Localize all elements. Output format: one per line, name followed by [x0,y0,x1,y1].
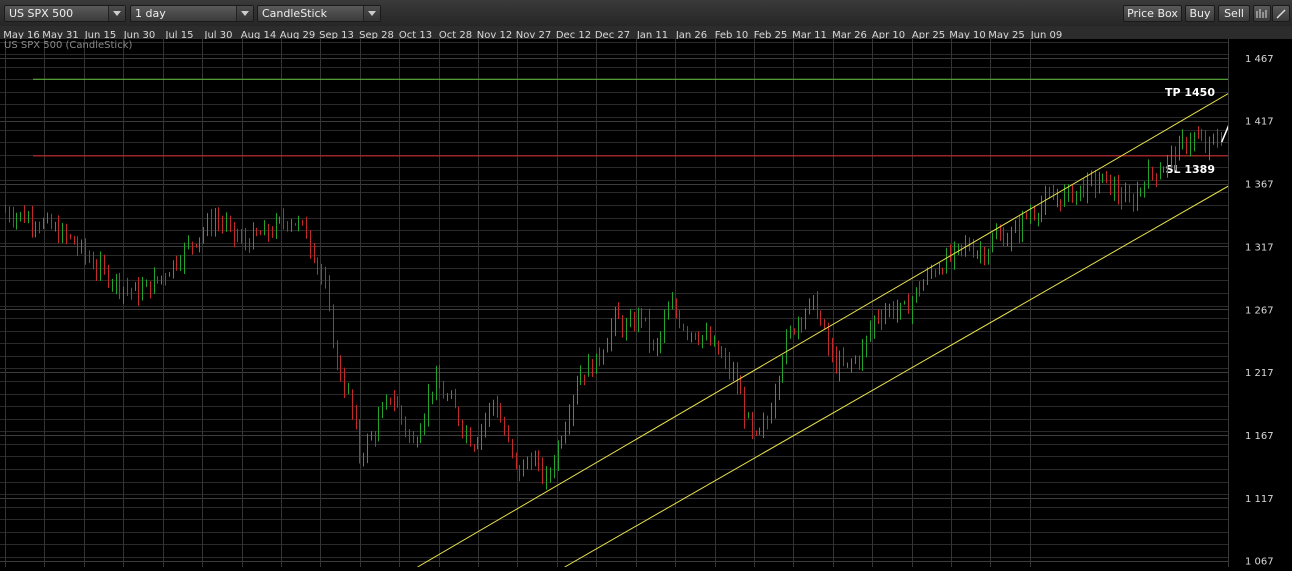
vertical-gridlines [5,39,1031,567]
chevron-down-icon[interactable] [108,6,125,21]
interval-select[interactable]: 1 day [130,5,254,22]
y-tick-label: 1 167 [1245,431,1274,442]
chart-type-select[interactable]: CandleStick [257,5,381,22]
y-tick-label: 1 267 [1245,305,1274,316]
chart-plot-area[interactable]: TP 1450 SL 1389 [0,39,1228,567]
y-tick-label: 1 317 [1245,242,1274,253]
time-axis: May 16 May 31 Jun 15 Jun 30 Jul 15 Jul 30 Aug … [0,26,1292,41]
candlestick-chart: TP 1450 SL 1389 [0,39,1228,567]
stop-loss-label: SL 1389 [1166,163,1215,176]
chevron-down-icon[interactable] [363,6,380,21]
pencil-line-icon[interactable] [1272,5,1290,22]
y-tick-label: 1 067 [1245,557,1274,567]
bar-chart-icon[interactable] [1253,5,1271,22]
channel-lower-line [564,185,1228,567]
price-axis-labels: 1 467 1 417 1 367 1 317 1 267 1 217 1 167 1 117… [1245,54,1274,568]
y-tick-label: 1 117 [1245,494,1274,505]
price-axis: 1 467 1 417 1 367 1 317 1 267 1 217 1 167 1 117… [1228,39,1292,568]
chevron-down-icon[interactable] [236,6,253,21]
symbol-select[interactable]: US SPX 500 [4,5,126,22]
y-tick-label: 1 467 [1245,54,1274,65]
sell-button[interactable]: Sell [1218,5,1250,22]
chart-toolbar: US SPX 500 1 day CandleStick Price Box B… [0,0,1292,27]
y-tick-label: 1 217 [1245,368,1274,379]
chart-type-select-value: CandleStick [262,7,327,20]
interval-select-value: 1 day [135,7,166,20]
y-tick-label: 1 417 [1245,117,1274,128]
horizontal-gridlines [0,42,1228,562]
y-tick-label: 1 367 [1245,180,1274,191]
price-box-button[interactable]: Price Box [1123,5,1182,22]
take-profit-label: TP 1450 [1165,86,1215,99]
symbol-select-value: US SPX 500 [9,7,74,20]
channel-upper-line [417,93,1228,567]
chart-title: US SPX 500 (CandleStick) [4,40,133,51]
buy-button[interactable]: Buy [1185,5,1215,22]
